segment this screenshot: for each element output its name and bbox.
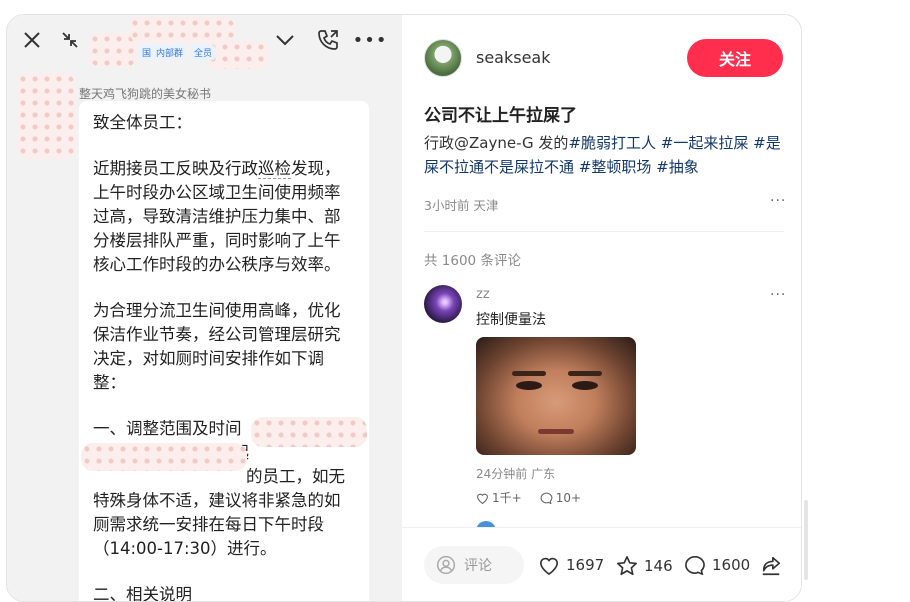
call-icon <box>315 27 341 53</box>
notice-section-2-title: 二、相关说明 <box>93 585 192 602</box>
more-icon: ••• <box>352 29 388 51</box>
redacted-chat-title-2 <box>207 41 269 69</box>
notice-text: 近期接员工反映及行政 <box>93 159 258 178</box>
user-icon <box>436 555 456 575</box>
post-panel: seakseak 关注 公司不让上午拉屎了 行政@Zayne-G 发的#脆弱打工… <box>402 15 801 601</box>
desc-prefix: 行政@Zayne-G 发的 <box>424 134 569 152</box>
comment-button[interactable]: 1600 <box>684 555 750 575</box>
author-name[interactable]: seakseak <box>476 48 551 67</box>
sender-name: 整天鸡飞狗跳的美女秘书 <box>79 87 212 101</box>
chevron-down-icon <box>272 27 298 53</box>
redacted-text-2 <box>81 443 247 471</box>
post-image[interactable]: 国 内部群 全员 ••• 整天鸡飞狗跳的美女秘书 致全体员工： 近期接员工反映及… <box>7 15 402 602</box>
notice-message: 致全体员工： 近期接员工反映及行政巡检发现，上午时段办公区域卫生间使用频率过高，… <box>79 101 369 602</box>
redacted-sender-avatar <box>17 73 75 159</box>
comment-count-short: 1600 <box>712 556 751 574</box>
hashtag[interactable]: #一起来拉屎 <box>661 134 749 152</box>
section-body: 的员工，如无特殊身体不适，建议将非紧急的如厕需求统一安排在每日下午时段（14:0… <box>93 467 345 558</box>
scrollbar[interactable] <box>804 500 808 580</box>
redacted-chat-title <box>129 17 235 43</box>
face-brow <box>512 371 546 376</box>
close-icon <box>19 27 45 53</box>
post-meta: 3小时前 天津 <box>424 198 499 213</box>
hashtag[interactable]: #整顿职场 <box>579 158 652 176</box>
comment-actions: 1千+ 10+ <box>476 489 581 506</box>
post-description: 行政@Zayne-G 发的#脆弱打工人 #一起来拉屎 #是屎不拉通不是屎拉不通 … <box>424 131 784 179</box>
face-brow <box>568 371 602 376</box>
divider <box>424 231 784 232</box>
share-button[interactable] <box>760 555 782 577</box>
comment-placeholder: 评论 <box>464 558 492 574</box>
tag-internal-group: 内部群 <box>153 45 187 60</box>
share-icon <box>762 556 781 576</box>
heart-icon <box>539 557 559 575</box>
face-eye <box>516 381 542 390</box>
minimize-icon <box>57 27 83 53</box>
chat-bubble-icon <box>540 492 553 504</box>
post-detail-window: 国 内部群 全员 ••• 整天鸡飞狗跳的美女秘书 致全体员工： 近期接员工反映及… <box>6 14 802 602</box>
comment-like-count: 1千+ <box>492 491 522 505</box>
comment-reply-count: 10+ <box>555 490 582 505</box>
tag-all-staff: 全员 <box>191 45 216 60</box>
comment-more-icon[interactable]: ··· <box>770 287 786 303</box>
follow-button[interactable]: 关注 <box>687 39 783 77</box>
comment-meme-image[interactable] <box>476 337 636 455</box>
comment-meta: 24分钟前 广东 <box>476 467 556 481</box>
post-title: 公司不让上午拉屎了 <box>424 106 577 126</box>
comment-input[interactable]: 评论 <box>424 546 524 584</box>
chat-bubble-icon <box>685 555 705 575</box>
redacted-text-1 <box>251 417 367 447</box>
redacted-avatar <box>89 33 137 67</box>
face-mouth <box>538 429 574 434</box>
engagement-bar: 评论 1697 146 1600 <box>402 527 801 601</box>
author-avatar[interactable] <box>424 39 462 77</box>
like-count: 1697 <box>566 556 605 574</box>
tag-region: 国 <box>139 45 155 60</box>
post-more-icon[interactable]: ··· <box>770 193 786 209</box>
face-eye <box>572 381 598 390</box>
star-icon <box>617 556 637 576</box>
like-button[interactable]: 1697 <box>538 555 604 575</box>
comment-reply-button[interactable]: 10+ <box>540 489 581 506</box>
favorite-count: 146 <box>644 556 673 575</box>
chat-screenshot-topbar: 国 内部群 全员 ••• <box>7 15 402 69</box>
notice-salutation: 致全体员工： <box>93 113 192 132</box>
comment-text: 控制便量法 <box>476 312 546 328</box>
commenter-avatar[interactable] <box>424 285 462 323</box>
hashtag[interactable]: #脆弱打工人 <box>568 134 656 152</box>
favorite-button[interactable]: 146 <box>616 555 673 576</box>
hashtag[interactable]: #抽象 <box>656 158 699 176</box>
commenter-name[interactable]: zz <box>476 287 490 302</box>
notice-paragraph-1: 近期接员工反映及行政巡检发现，上午时段办公区域卫生间使用频率过高，导致清洁维护压… <box>93 157 355 277</box>
notice-text-underlined: 巡检 <box>258 159 291 179</box>
heart-icon <box>477 493 488 504</box>
comment-like-button[interactable]: 1千+ <box>476 489 522 506</box>
comment-count: 共 1600 条评论 <box>424 253 521 269</box>
notice-paragraph-2: 为合理分流卫生间使用高峰，优化保洁作业节奏，经公司管理层研究决定，对如厕时间安排… <box>93 301 341 392</box>
